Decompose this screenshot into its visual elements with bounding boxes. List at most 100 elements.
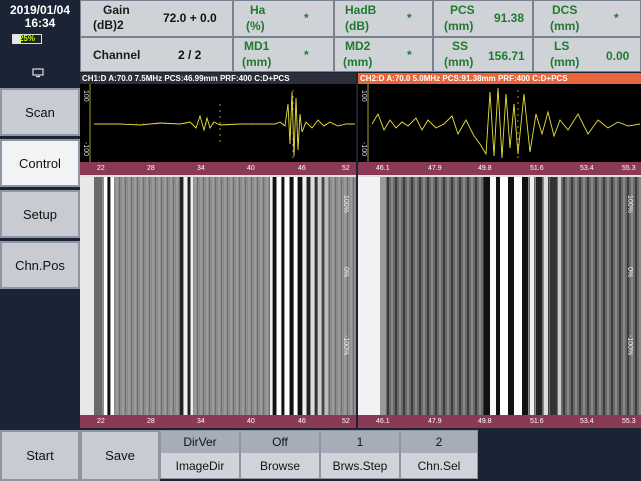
ch2-bscan-label-bottom: -100% [626, 335, 633, 356]
ch1-tick: 52 [342, 418, 350, 425]
chnsel-value: 2 [401, 431, 477, 453]
ch2-bscan-image[interactable]: 100% 0% -100% [358, 175, 641, 415]
menu-setup[interactable]: Setup [0, 190, 80, 238]
chnsel-button[interactable]: 2 Chn.Sel [400, 430, 478, 479]
dcs-label: DCS [552, 3, 578, 17]
ch2-ascan-bottom-label: -100 [360, 142, 367, 157]
start-label: Start [26, 448, 54, 463]
ch2-tick: 47.9 [428, 418, 442, 425]
imagedir-value: DirVer [161, 431, 239, 453]
browse-label: Browse [241, 453, 319, 478]
ls-value: 0.00 [606, 49, 630, 63]
ch2-tick: 53.4 [580, 418, 594, 425]
browse-value: Off [241, 431, 319, 453]
ha-value: * [304, 11, 309, 25]
ch2-ruler-bottom: 46.1 47.9 49.8 51.6 53.4 55.3 [358, 415, 641, 428]
dcs-value: * [614, 11, 619, 25]
browse-button[interactable]: Off Browse [240, 430, 320, 479]
ch2-bscan-label-mid: 0% [626, 267, 633, 278]
menu-chnpos[interactable]: Chn.Pos [0, 241, 80, 289]
ch2-tick: 51.6 [530, 165, 544, 172]
md2-value: * [407, 48, 412, 62]
channel-cell[interactable]: Channel 2 / 2 [80, 37, 233, 72]
ch1-ruler-top: 22 28 34 40 46 52 [80, 162, 356, 175]
ls-unit: (mm) [550, 55, 580, 69]
ch2-ascan[interactable]: 100 -100 [358, 84, 641, 162]
ch1-tick: 34 [197, 165, 205, 172]
start-button[interactable]: Start [0, 430, 80, 481]
ch2-tick: 51.6 [530, 418, 544, 425]
pcs-value: 91.38 [494, 11, 525, 25]
pcs-cell[interactable]: PCS (mm) 91.38 [433, 0, 533, 37]
monitor-icon[interactable] [32, 68, 44, 78]
ch2-bscan-label-top: 100% [626, 195, 633, 213]
ch1-tick: 22 [97, 418, 105, 425]
md2-cell[interactable]: MD2 (mm) * [334, 37, 433, 72]
ha-unit: (%) [246, 19, 265, 33]
ch1-tick: 40 [247, 418, 255, 425]
gain-value: 72.0 + 0.0 [163, 11, 217, 25]
menu-scan[interactable]: Scan [0, 88, 80, 136]
menu-control[interactable]: Control [0, 139, 80, 187]
ch2-header: CH2:D A:70.0 5.0MHz PCS:91.38mm PRF:400 … [358, 73, 641, 84]
save-button[interactable]: Save [80, 430, 160, 481]
md2-label: MD2 [345, 39, 371, 53]
ch2-ascan-top-label: 100 [360, 90, 367, 102]
menu-setup-label: Setup [23, 206, 57, 222]
gain-cell[interactable]: Gain (dB)2 72.0 + 0.0 [80, 0, 233, 37]
ch1-tick: 46 [298, 418, 306, 425]
ch1-tick: 28 [147, 165, 155, 172]
brwsstep-label: Brws.Step [321, 453, 399, 478]
ha-cell[interactable]: Ha (%) * [233, 0, 334, 37]
chnsel-label: Chn.Sel [401, 453, 477, 478]
md1-cell[interactable]: MD1 (mm) * [233, 37, 334, 72]
gain-unit: (dB)2 [93, 18, 124, 32]
hadb-label: HadB [345, 3, 377, 17]
status-block: 2019/01/04 16:34 25% [0, 0, 80, 82]
ch1-tick: 34 [197, 418, 205, 425]
md1-value: * [304, 48, 309, 62]
ch1-tick: 22 [97, 165, 105, 172]
ss-label: SS [452, 39, 469, 53]
ch1-header: CH1:D A:70.0 7.5MHz PCS:46.99mm PRF:400 … [80, 73, 356, 84]
ha-label: Ha [250, 3, 266, 17]
ch1-bscan-image[interactable]: 100% 0% -100% [80, 175, 356, 415]
channel-label: Channel [93, 48, 141, 62]
ss-value: 156.71 [488, 49, 525, 63]
ch1-ascan[interactable]: 100 -100 [80, 84, 356, 162]
pcs-unit: (mm) [444, 19, 474, 33]
dcs-cell[interactable]: DCS (mm) * [533, 0, 641, 37]
hadb-cell[interactable]: HadB (dB) * [334, 0, 433, 37]
ch2-ruler-top: 46.1 47.9 49.8 51.6 53.4 55.3 [358, 162, 641, 175]
bottom-toolbar: Start Save DirVer ImageDir Off Browse 1 … [0, 428, 641, 481]
gain-label: Gain [103, 3, 130, 17]
imagedir-button[interactable]: DirVer ImageDir [160, 430, 240, 479]
ch1-tick: 46 [298, 165, 306, 172]
channel-value: 2 / 2 [178, 48, 202, 62]
ch1-ruler-bottom: 22 28 34 40 46 52 [80, 415, 356, 428]
hadb-unit: (dB) [345, 19, 369, 33]
ch2-tick: 49.8 [478, 418, 492, 425]
ls-cell[interactable]: LS (mm) 0.00 [533, 37, 641, 72]
date-text: 2019/01/04 [9, 3, 71, 17]
ch1-ascan-top-label: 100 [82, 90, 89, 102]
battery-level: 25% [18, 34, 35, 43]
md1-unit: (mm) [242, 55, 272, 69]
pcs-label: PCS [450, 3, 475, 17]
ch2-tick: 53.4 [580, 165, 594, 172]
md2-unit: (mm) [343, 55, 373, 69]
brwsstep-button[interactable]: 1 Brws.Step [320, 430, 400, 479]
ch1-bscan-label-top: 100% [342, 195, 349, 213]
brwsstep-value: 1 [321, 431, 399, 453]
menu-control-label: Control [19, 155, 61, 171]
ch1-ascan-bottom-label: -100 [82, 142, 89, 157]
imagedir-label: ImageDir [161, 453, 239, 478]
ch2-tick: 49.8 [478, 165, 492, 172]
ss-cell[interactable]: SS (mm) 156.71 [433, 37, 533, 72]
time-text: 16:34 [24, 16, 56, 30]
flaw-detector-screen: 2019/01/04 16:34 25% Gain (dB)2 72.0 + 0… [0, 0, 641, 481]
ch1-bscan-label-mid: 0% [342, 267, 349, 278]
ss-unit: (mm) [444, 55, 474, 69]
ch1-tick: 40 [247, 165, 255, 172]
dcs-unit: (mm) [550, 19, 580, 33]
